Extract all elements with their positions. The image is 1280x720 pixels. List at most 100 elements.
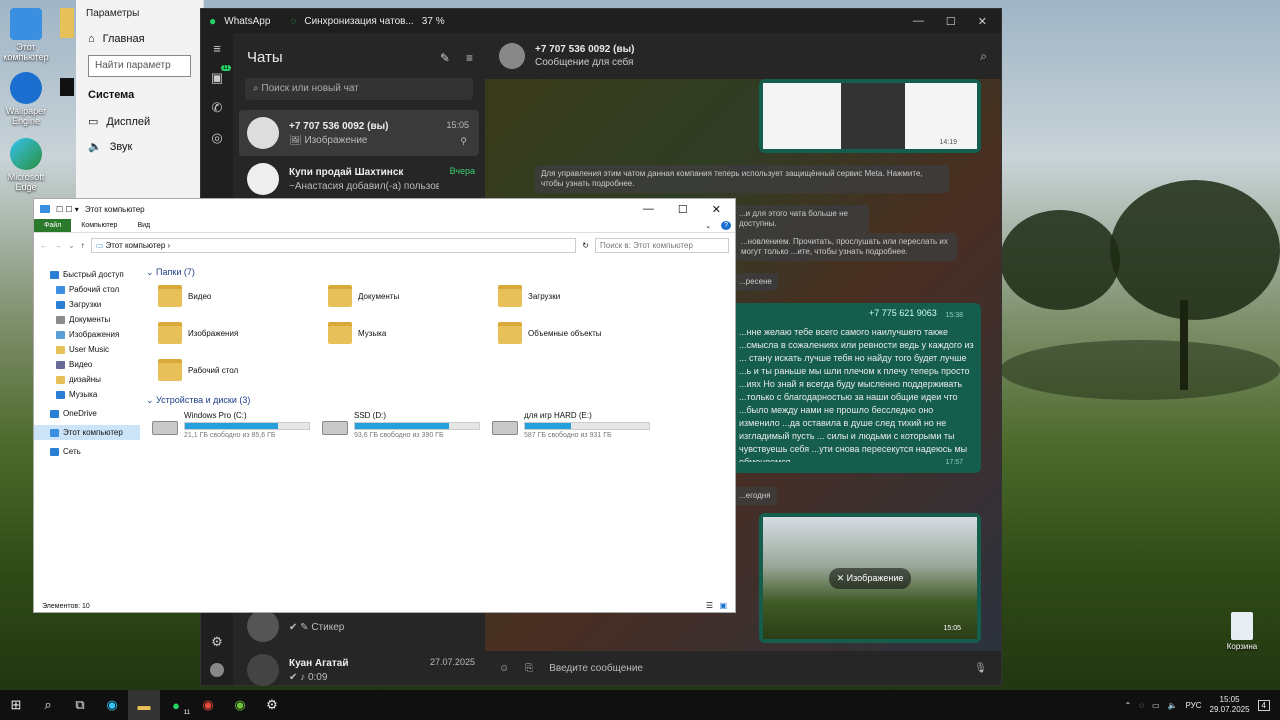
recent-icon[interactable]: ⌄ <box>68 241 75 250</box>
nav-item[interactable]: Документы <box>34 312 140 327</box>
chat-item[interactable]: +7 707 536 0092 (вы) 🖼 Изображение 15:05… <box>239 110 479 156</box>
utorrent-taskbar-icon[interactable]: ◉ <box>224 690 256 720</box>
profile-avatar[interactable] <box>201 655 233 685</box>
folder-item[interactable]: Загрузки <box>498 285 560 307</box>
system-message[interactable]: ...новлением. Прочитать, прослушать или … <box>735 233 957 261</box>
maximize-button[interactable]: ☐ <box>678 203 688 216</box>
status-icon[interactable]: ◎ <box>201 123 233 153</box>
nav-item[interactable]: Этот компьютер <box>34 425 140 440</box>
task-view-icon[interactable]: ⧉ <box>64 690 96 720</box>
desktop-icon-edge[interactable]: Microsoft Edge <box>0 138 52 192</box>
nav-item[interactable]: дизайны <box>34 372 140 387</box>
folder-item[interactable]: Документы <box>328 285 399 307</box>
drive-item[interactable]: SSD (D:) 93,6 ГБ свободно из 390 ГБ <box>322 411 480 439</box>
message-input[interactable]: Введите сообщение <box>549 663 643 674</box>
desktop-icon-partial-folder[interactable] <box>60 8 74 38</box>
explorer-search-input[interactable]: Поиск в: Этот компьютер <box>595 237 729 253</box>
search-icon[interactable]: ⌕ <box>32 690 64 720</box>
clock[interactable]: 15:05 29.07.2025 <box>1210 695 1250 715</box>
chrome-taskbar-icon[interactable]: ◉ <box>192 690 224 720</box>
details-view-icon[interactable]: ☰ <box>706 601 713 610</box>
explorer-titlebar[interactable]: ☐ ☐ ▾ Этот компьютер — ☐ ✕ <box>34 199 735 219</box>
start-button[interactable]: ⊞ <box>0 690 32 720</box>
calls-icon[interactable]: ✆ <box>201 93 233 123</box>
minimize-button[interactable]: — <box>913 15 924 28</box>
nav-item[interactable]: Видео <box>34 357 140 372</box>
whatsapp-taskbar-icon[interactable]: ● 11 <box>160 690 192 720</box>
desktop-icon-partial-app[interactable] <box>60 78 74 96</box>
image-message[interactable]: 14:19 <box>759 79 981 153</box>
ribbon-expand-icon[interactable]: ⌄ <box>695 220 721 232</box>
back-icon[interactable]: ← <box>40 241 48 250</box>
nav-item[interactable]: Рабочий стол <box>34 282 140 297</box>
drive-item[interactable]: для игр HARD (E:) 587 ГБ свободно из 931 … <box>492 411 650 439</box>
whatsapp-titlebar[interactable]: ● WhatsApp ◌ Синхронизация чатов... 37 %… <box>201 9 1001 33</box>
folder-item[interactable]: Музыка <box>328 322 386 344</box>
text-message[interactable]: +7 775 621 9063 15:38 ...нне желаю тебе … <box>733 303 981 473</box>
close-button[interactable]: ✕ <box>712 203 721 216</box>
minimize-button[interactable]: — <box>643 203 654 216</box>
system-message[interactable]: ...и для этого чата больше не доступны. <box>733 205 869 233</box>
nav-item[interactable]: OneDrive <box>34 406 140 421</box>
edge-taskbar-icon[interactable]: ◉ <box>96 690 128 720</box>
up-icon[interactable]: ↑ <box>81 241 85 250</box>
image-download-chip[interactable]: ✕ Изображение <box>828 567 912 589</box>
chat-item[interactable]: Купи продай Шахтинск ~Анастасия добавил(… <box>233 156 485 202</box>
help-icon[interactable]: ? <box>721 221 731 230</box>
tab-computer[interactable]: Компьютер <box>71 220 127 231</box>
drive-item[interactable]: Windows Pro (C:) 21,1 ГБ свободно из 85,6… <box>152 411 310 439</box>
nav-item[interactable]: Изображения <box>34 327 140 342</box>
refresh-icon[interactable]: ↻ <box>582 241 589 250</box>
explorer-window[interactable]: ☐ ☐ ▾ Этот компьютер — ☐ ✕ Файл Компьюте… <box>33 198 736 613</box>
conversation-search-icon[interactable]: ⌕ <box>980 49 987 64</box>
folders-group-header[interactable]: ⌄ Папки (7) <box>146 265 735 282</box>
folder-item[interactable]: Видео <box>158 285 211 307</box>
nav-item[interactable]: Быстрый доступ <box>34 267 140 282</box>
tab-view[interactable]: Вид <box>127 220 160 231</box>
nav-item[interactable]: Сеть <box>34 444 140 459</box>
chat-item[interactable]: Куан Агатай ✔ ♪ 0:09 27.07.2025 <box>233 647 485 693</box>
folder-item[interactable]: Изображения <box>158 322 238 344</box>
system-message[interactable]: Для управления этим чатом данная компани… <box>535 165 949 193</box>
drives-group-header[interactable]: ⌄ Устройства и диски (3) <box>146 393 250 410</box>
nav-item[interactable]: Загрузки <box>34 297 140 312</box>
settings-item-display[interactable]: ▭ Дисплей <box>76 109 203 134</box>
tray-app-icon[interactable]: ◌ <box>1139 701 1144 710</box>
settings-home[interactable]: ⌂ Главная <box>76 27 203 51</box>
close-button[interactable]: ✕ <box>978 15 987 28</box>
filter-icon[interactable]: ≡ <box>466 51 473 65</box>
menu-icon[interactable]: ≡ <box>201 33 233 63</box>
desktop-icon-recycle-bin[interactable]: Корзина <box>1220 612 1264 651</box>
settings-item-sound[interactable]: 🔈 Звук <box>76 134 203 159</box>
tab-file[interactable]: Файл <box>34 219 72 232</box>
settings-gear-icon[interactable]: ⚙ <box>201 627 233 657</box>
chats-rail-icon[interactable]: ▣ 11 <box>201 63 233 93</box>
chat-search-input[interactable]: ⌕ Поиск или новый чат <box>245 78 473 100</box>
maximize-button[interactable]: ☐ <box>946 15 956 28</box>
mic-icon[interactable]: 🎙 <box>974 663 987 674</box>
desktop-icon-wallpaper-engine[interactable]: Wallpaper Engine <box>0 72 52 126</box>
attach-icon[interactable]: ⎘ <box>525 663 533 674</box>
volume-icon[interactable]: 🔈 <box>1168 701 1178 710</box>
explorer-taskbar-icon[interactable]: ▬ <box>128 690 160 720</box>
language-indicator[interactable]: РУС <box>1185 701 1201 710</box>
conversation-header[interactable]: +7 707 536 0092 (вы) Сообщение для себя … <box>485 33 1001 79</box>
quick-access-toolbar[interactable]: ☐ ☐ ▾ <box>56 205 79 214</box>
emoji-icon[interactable]: ☺ <box>499 663 509 674</box>
show-hidden-icons-icon[interactable]: ⌃ <box>1124 701 1131 710</box>
forward-icon[interactable]: → <box>54 241 62 250</box>
new-chat-icon[interactable]: ✎ <box>440 51 450 65</box>
folder-item[interactable]: Объемные объекты <box>498 322 602 344</box>
nav-item[interactable]: Музыка <box>34 387 140 402</box>
folder-item[interactable]: Рабочий стол <box>158 359 238 381</box>
address-bar[interactable]: ▭ Этот компьютер › <box>90 237 577 253</box>
settings-search-input[interactable]: Найти параметр <box>88 55 191 77</box>
notification-icon[interactable]: 4 <box>1257 699 1270 711</box>
settings-window[interactable]: Параметры ⌂ Главная Найти параметр Систем… <box>76 0 204 200</box>
image-message[interactable]: ✕ Изображение 15:05 <box>759 513 981 643</box>
network-icon[interactable]: ▭ <box>1152 701 1160 710</box>
tiles-view-icon[interactable]: ▣ <box>719 601 727 610</box>
desktop-icon-this-pc[interactable]: Этот компьютер <box>0 8 52 62</box>
settings-taskbar-icon[interactable]: ⚙ <box>256 690 288 720</box>
nav-item[interactable]: User Music <box>34 342 140 357</box>
